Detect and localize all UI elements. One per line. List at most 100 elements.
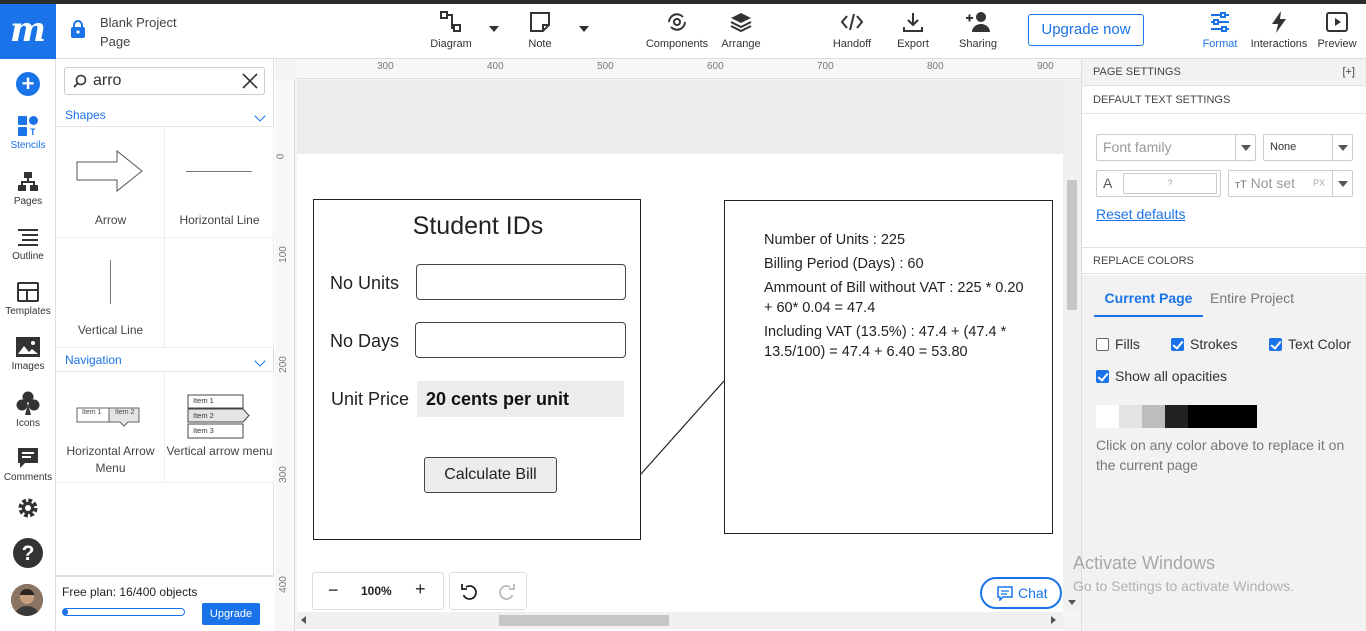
zoom-level[interactable]: 100% bbox=[361, 584, 392, 598]
horizontal-scrollbar[interactable] bbox=[297, 612, 1063, 629]
upgrade-button[interactable]: Upgrade bbox=[202, 603, 260, 625]
navigation-section-header[interactable]: Navigation bbox=[56, 348, 274, 372]
horizontal-scroll-thumb[interactable] bbox=[499, 615, 669, 626]
color-swatch[interactable] bbox=[1234, 405, 1257, 428]
chat-bubble-icon bbox=[997, 586, 1013, 601]
fills-checkbox[interactable]: Fills bbox=[1096, 336, 1140, 352]
font-family-select[interactable]: Font family bbox=[1096, 134, 1256, 161]
horizontal-ruler: 300 400 500 600 700 800 900 bbox=[297, 59, 1081, 79]
calculate-bill-button[interactable]: Calculate Bill bbox=[424, 457, 557, 493]
vertical-scrollbar[interactable] bbox=[1063, 80, 1081, 610]
note-icon bbox=[530, 12, 550, 32]
note-button[interactable]: Note bbox=[522, 10, 558, 50]
zoom-in-button[interactable]: + bbox=[415, 579, 426, 600]
reset-defaults-link[interactable]: Reset defaults bbox=[1096, 206, 1186, 222]
form-title: Student IDs bbox=[412, 212, 544, 240]
project-name[interactable]: Blank Project Page bbox=[100, 13, 177, 51]
components-button[interactable]: Components bbox=[644, 10, 710, 50]
outline-icon bbox=[18, 229, 38, 246]
clear-search-close-icon[interactable] bbox=[242, 73, 258, 89]
days-input[interactable] bbox=[415, 322, 626, 358]
nav-stencils[interactable]: T Stencils bbox=[0, 114, 56, 151]
download-icon bbox=[903, 13, 923, 32]
redo-icon[interactable] bbox=[498, 583, 516, 601]
color-swatch[interactable] bbox=[1188, 405, 1211, 428]
stencils-icon: T bbox=[18, 116, 38, 137]
stencil-vertical-arrow-menu[interactable]: Item 1 Item 2 Item 3 Vertical arrow menu bbox=[165, 373, 274, 483]
text-color-checkbox[interactable]: Text Color bbox=[1269, 336, 1351, 352]
student-ids-form[interactable]: Student IDs No Units No Days Unit Price … bbox=[313, 199, 641, 540]
components-icon bbox=[668, 13, 686, 31]
vertical-line-shape-icon bbox=[110, 260, 111, 304]
scroll-left-arrow-icon[interactable] bbox=[301, 616, 306, 624]
nav-pages[interactable]: Pages bbox=[0, 170, 56, 207]
canvas-area[interactable]: 300 400 500 600 700 800 900 0 100 200 30… bbox=[275, 59, 1081, 631]
chat-button[interactable]: Chat bbox=[980, 577, 1062, 609]
vertical-scroll-thumb[interactable] bbox=[1067, 180, 1077, 310]
font-weight-select[interactable]: None bbox=[1263, 134, 1353, 161]
nav-outline[interactable]: Outline bbox=[0, 225, 56, 262]
chevron-down-icon bbox=[254, 355, 266, 367]
color-swatch[interactable] bbox=[1096, 405, 1119, 428]
zoom-out-button[interactable]: − bbox=[328, 580, 339, 601]
interactions-tab[interactable]: Interactions bbox=[1248, 10, 1310, 50]
stencil-horizontal-line[interactable]: Horizontal Line bbox=[165, 128, 274, 238]
chevron-down-icon bbox=[1332, 171, 1352, 196]
days-label: No Days bbox=[330, 331, 400, 351]
tab-current-page[interactable]: Current Page bbox=[1094, 275, 1203, 317]
upgrade-now-button[interactable]: Upgrade now bbox=[1028, 14, 1144, 46]
sharing-button[interactable]: Sharing bbox=[958, 10, 998, 50]
tab-entire-project[interactable]: Entire Project bbox=[1210, 275, 1294, 317]
line-height-input[interactable]: ᴛT Not set PX bbox=[1228, 170, 1353, 197]
lightning-icon bbox=[1272, 11, 1286, 33]
diagram-dropdown-caret[interactable] bbox=[489, 26, 499, 32]
settings-gear-icon[interactable] bbox=[16, 496, 40, 520]
note-dropdown-caret[interactable] bbox=[579, 26, 589, 32]
plan-usage-progress bbox=[62, 608, 185, 616]
scroll-right-arrow-icon[interactable] bbox=[1051, 616, 1056, 624]
play-icon bbox=[1326, 12, 1348, 32]
shapes-section-header[interactable]: Shapes bbox=[56, 103, 274, 127]
nav-icons[interactable]: Icons bbox=[0, 390, 56, 429]
show-all-opacities-checkbox[interactable]: Show all opacities bbox=[1096, 368, 1227, 384]
bill-info-box[interactable]: Number of Units : 225 Billing Period (Da… bbox=[724, 200, 1053, 534]
nav-comments[interactable]: Comments bbox=[0, 446, 56, 483]
stencil-arrow[interactable]: Arrow bbox=[56, 128, 165, 238]
club-icon bbox=[16, 391, 40, 415]
chevron-down-icon bbox=[1235, 135, 1255, 160]
lock-icon bbox=[71, 20, 85, 38]
handoff-button[interactable]: Handoff bbox=[830, 10, 874, 50]
color-swatch[interactable] bbox=[1142, 405, 1165, 428]
add-user-icon bbox=[966, 12, 990, 32]
export-button[interactable]: Export bbox=[894, 10, 932, 50]
undo-icon[interactable] bbox=[460, 583, 478, 601]
stencil-search-input[interactable]: arro bbox=[64, 67, 265, 95]
stencil-horizontal-arrow-menu[interactable]: Item 1 Item 2 Horizontal Arrow Menu bbox=[56, 373, 165, 483]
color-swatch[interactable] bbox=[1165, 405, 1188, 428]
chevron-down-icon bbox=[254, 110, 266, 122]
pages-icon bbox=[18, 172, 38, 191]
font-size-input[interactable]: A ? bbox=[1096, 170, 1221, 197]
svg-text:T: T bbox=[30, 127, 36, 137]
connector-line[interactable] bbox=[641, 379, 725, 476]
color-swatch[interactable] bbox=[1119, 405, 1142, 428]
page-settings-header[interactable]: PAGE SETTINGS [+] bbox=[1082, 59, 1366, 86]
color-swatch[interactable] bbox=[1211, 405, 1234, 428]
nav-images[interactable]: Images bbox=[0, 335, 56, 372]
help-icon[interactable]: ? bbox=[12, 537, 44, 569]
nav-templates[interactable]: Templates bbox=[0, 280, 56, 317]
stencil-vertical-line[interactable]: Vertical Line bbox=[56, 238, 165, 348]
scroll-down-arrow-icon[interactable] bbox=[1068, 600, 1076, 605]
user-avatar[interactable] bbox=[11, 584, 43, 616]
expand-page-settings[interactable]: [+] bbox=[1342, 59, 1355, 86]
unit-price-label: Unit Price bbox=[331, 389, 410, 409]
add-icon[interactable]: + bbox=[16, 72, 40, 96]
templates-icon bbox=[17, 282, 39, 302]
diagram-button[interactable]: Diagram bbox=[430, 10, 472, 50]
preview-tab[interactable]: Preview bbox=[1316, 10, 1358, 50]
format-tab[interactable]: Format bbox=[1200, 10, 1240, 50]
strokes-checkbox[interactable]: Strokes bbox=[1171, 336, 1237, 352]
arrange-button[interactable]: Arrange bbox=[718, 10, 764, 50]
units-input[interactable] bbox=[416, 264, 626, 300]
moqups-logo[interactable]: m bbox=[0, 4, 56, 59]
